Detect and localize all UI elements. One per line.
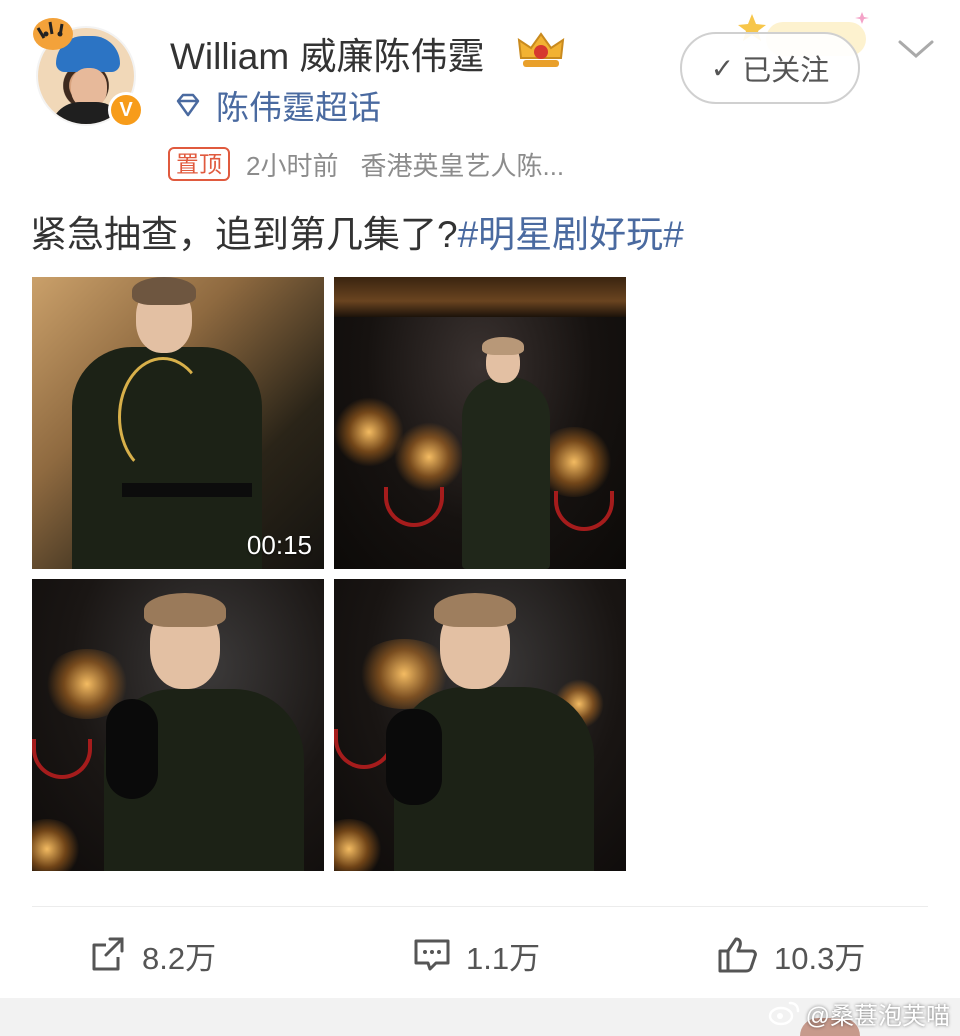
repost-count: 8.2万 bbox=[142, 940, 217, 976]
photo-4[interactable] bbox=[334, 579, 626, 871]
check-icon: ✓ bbox=[710, 52, 735, 84]
velvet-rope bbox=[334, 729, 394, 769]
chevron-down-icon[interactable] bbox=[896, 36, 936, 62]
post-source: 香港英皇艺人陈... bbox=[360, 150, 565, 181]
post-text: 紧急抽查，追到第几集了?#明星剧好玩# bbox=[30, 204, 684, 258]
tiger-sticker-icon bbox=[33, 18, 73, 50]
video-duration: 00:15 bbox=[246, 530, 312, 560]
weibo-logo-icon bbox=[768, 1001, 799, 1026]
candle-glow bbox=[32, 819, 82, 871]
follow-button-label: 已关注 bbox=[742, 55, 830, 87]
divider bbox=[32, 906, 928, 907]
watermark-text: @桑葚泡芙喵 bbox=[805, 1002, 950, 1030]
username[interactable]: William 威廉陈伟霆 bbox=[170, 26, 484, 80]
gold-frame bbox=[334, 277, 626, 317]
aiguillette bbox=[118, 357, 208, 477]
repost-button[interactable]: 8.2万 bbox=[88, 920, 216, 990]
pinned-tag: 置顶 bbox=[168, 147, 230, 181]
candle-glow bbox=[334, 819, 384, 871]
photo-3[interactable] bbox=[32, 579, 324, 871]
watermark: @桑葚泡芙喵 bbox=[768, 998, 950, 1030]
photo-grid: 00:15 bbox=[32, 277, 628, 873]
supertopic-label: 陈伟霆超话 bbox=[216, 89, 381, 126]
figure-hair bbox=[144, 593, 226, 627]
thumbs-up-icon bbox=[718, 937, 757, 973]
follow-button[interactable]: ✓ 已关注 bbox=[680, 32, 860, 104]
belt bbox=[122, 483, 252, 497]
comment-button[interactable]: 1.1万 bbox=[412, 920, 540, 990]
action-bar: 8.2万 1.1万 10.3万 bbox=[0, 920, 960, 990]
figure-hair bbox=[434, 593, 516, 627]
crown-badge-icon bbox=[517, 32, 565, 67]
comment-icon bbox=[414, 939, 450, 971]
candle-glow bbox=[394, 422, 464, 492]
hashtag-link[interactable]: #明星剧好玩# bbox=[458, 214, 684, 255]
like-button[interactable]: 10.3万 bbox=[716, 920, 865, 990]
figure-hair bbox=[482, 337, 524, 355]
gloved-hand bbox=[106, 699, 158, 799]
video-thumbnail[interactable]: 00:15 bbox=[32, 277, 324, 569]
figure-hair bbox=[132, 277, 196, 305]
post-meta: 置顶 2小时前 香港英皇艺人陈... bbox=[168, 144, 564, 184]
velvet-rope bbox=[32, 739, 92, 779]
verified-badge: V bbox=[108, 92, 144, 128]
comment-count: 1.1万 bbox=[466, 940, 541, 976]
photo-2[interactable] bbox=[334, 277, 626, 569]
repost-icon bbox=[92, 937, 124, 971]
post-body: 紧急抽查，追到第几集了? bbox=[30, 214, 458, 255]
supertopic-link[interactable]: 陈伟霆超话 bbox=[172, 82, 381, 128]
velvet-rope bbox=[384, 487, 444, 527]
user-avatar[interactable]: V bbox=[30, 12, 144, 130]
diamond-icon bbox=[176, 93, 200, 117]
figure-coat bbox=[462, 377, 550, 569]
velvet-rope bbox=[554, 491, 614, 531]
like-count: 10.3万 bbox=[774, 940, 866, 976]
post-time: 2小时前 bbox=[246, 150, 339, 181]
gloved-hand bbox=[386, 709, 442, 805]
